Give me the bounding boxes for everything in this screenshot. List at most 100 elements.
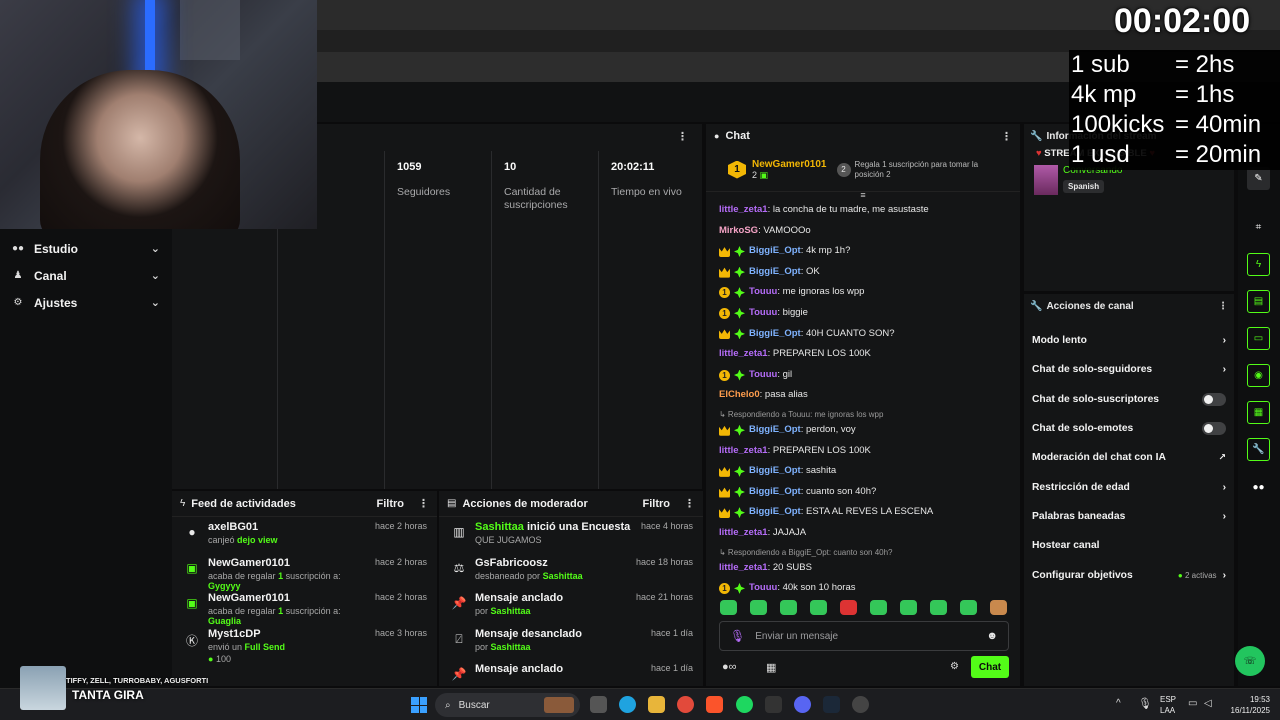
chat-username[interactable]: little_zeta1 [719,344,768,365]
broadcast-icon[interactable]: ◉ [1247,364,1270,387]
chat-username[interactable]: BiggiE_Opt [749,241,801,262]
emoji-icon[interactable]: ☻ [986,630,998,642]
scroll-down-icon[interactable]: ≡ [706,190,1020,200]
chat-username[interactable]: Touuu [749,578,777,599]
chrome-icon[interactable] [677,696,694,713]
list-item[interactable]: ⍁ Mensaje desanclado por Sashittaa hace … [439,624,703,660]
chevron-up-icon[interactable]: ^ [1116,698,1121,709]
clock[interactable]: 19:53 16/11/2025 [1231,694,1270,716]
chat-message[interactable]: BiggiE_Opt: sashita [706,461,1020,482]
emote-icon[interactable] [930,600,947,615]
emote-icon[interactable] [990,600,1007,615]
chat-input[interactable]: 🎙 Enviar un mensaje ☻ [719,621,1009,651]
chat-username[interactable]: BiggiE_Opt [749,482,801,503]
list-item[interactable]: 📌 Mensaje anclado por Sashittaa hace 21 … [439,588,703,624]
action-age-restriction[interactable]: Restricción de edad › [1024,472,1234,501]
action-followers-only[interactable]: Chat de solo-seguidores › [1024,355,1234,384]
list-item[interactable]: ● axelBG01 canjeó dejo view hace 2 horas [172,517,437,553]
chat-message[interactable]: little_zeta1: 20 SUBS [706,558,1020,579]
list-item[interactable]: ▣ NewGamer0101 acaba de regalar 1 suscri… [172,553,437,591]
points-icon[interactable]: ●∞ [722,661,737,673]
edit-icon[interactable]: ✎ [1247,167,1270,190]
chat-username[interactable]: BiggiE_Opt [749,461,801,482]
chat-message[interactable]: little_zeta1: PREPAREN LOS 100K [706,441,1020,462]
sidebar-item-canal[interactable]: ♟ Canal ⌄ [0,262,172,289]
action-banned-words[interactable]: Palabras baneadas › [1024,502,1234,531]
brave-icon[interactable] [706,696,723,713]
chat-username[interactable]: BiggiE_Opt [749,262,801,283]
obs-icon[interactable] [852,696,869,713]
chat-username[interactable]: little_zeta1 [719,523,768,544]
emote-icon[interactable] [810,600,827,615]
chat-message[interactable]: BiggiE_Opt: perdon, voy [706,420,1020,441]
input-language[interactable]: ESP LAA [1160,694,1176,716]
spotify-icon[interactable] [736,696,753,713]
action-goals[interactable]: Configurar objetivos ● 2 activas › [1024,560,1234,589]
steam-icon[interactable] [823,696,840,713]
chat-send-button[interactable]: Chat [971,656,1009,678]
emote-icon[interactable] [870,600,887,615]
chat-message[interactable]: BiggiE_Opt: cuanto son 40h? [706,482,1020,503]
list-item[interactable]: ⚖ GsFabricoosz desbaneado por Sashittaa … [439,553,703,589]
chat-username[interactable]: BiggiE_Opt [749,502,801,523]
file-explorer-icon[interactable] [648,696,665,713]
list-item[interactable]: 📌 Mensaje anclado hace 1 día [439,659,703,686]
filter-button[interactable]: Filtro [643,498,671,510]
chat-message[interactable]: little_zeta1: JAJAJA [706,523,1020,544]
emotes-only-toggle[interactable] [1202,422,1226,436]
action-subscribers-only[interactable]: Chat de solo-suscriptores [1024,385,1234,414]
emote-icon[interactable] [780,600,797,615]
list-item[interactable]: ▣ NewGamer0101 acaba de regalar 1 suscri… [172,588,437,626]
chat-username[interactable]: BiggiE_Opt [749,420,801,441]
list-item[interactable]: ▥ Sashittaa inició una Encuesta QUE JUGA… [439,517,703,553]
sidebar-item-ajustes[interactable]: ⚙ Ajustes ⌄ [0,289,172,316]
chat-username[interactable]: ElChelo0 [719,385,760,406]
wrench-icon[interactable]: 🔧 [1247,438,1270,461]
list-item[interactable]: Ⓚ Myst1cDP envió un Full Send ● 100 hace… [172,624,437,664]
chat-message[interactable]: 1 Touuu: biggie [706,303,1020,324]
network-icon[interactable]: ▭ [1188,698,1197,709]
emote-icon[interactable] [900,600,917,615]
emote-icon[interactable] [840,600,857,615]
emote-icon[interactable] [750,600,767,615]
edge-icon[interactable] [619,696,636,713]
gear-icon[interactable]: ⚙ [950,661,959,672]
discord-icon[interactable] [794,696,811,713]
chat-message[interactable]: BiggiE_Opt: ESTA AL REVES LA ESCENA [706,502,1020,523]
more-options-icon[interactable]: ⋮ [1218,301,1228,312]
chat-message[interactable]: little_zeta1: PREPAREN LOS 100K [706,344,1020,365]
chat-username[interactable]: Touuu [749,282,777,303]
store-icon[interactable]: ▦ [766,661,776,674]
chat-message[interactable]: BiggiE_Opt: 4k mp 1h? [706,241,1020,262]
chat-icon[interactable]: ▭ [1247,327,1270,350]
chat-username[interactable]: little_zeta1 [719,200,768,221]
chat-message[interactable]: 1 Touuu: gil [706,365,1020,386]
chat-message[interactable]: ElChelo0: pasa alias [706,385,1020,406]
chat-message-list[interactable]: little_zeta1: la concha de tu madre, me … [706,200,1020,599]
volume-icon[interactable]: ◁ [1204,698,1212,709]
action-emotes-only[interactable]: Chat de solo-emotes [1024,414,1234,443]
action-ai-moderation[interactable]: Moderación del chat con IA ↗ [1024,443,1234,472]
chat-message[interactable]: BiggiE_Opt: OK [706,262,1020,283]
more-options-icon[interactable]: ⋮ [677,130,688,143]
chat-message[interactable]: BiggiE_Opt: 40H CUANTO SON? [706,324,1020,345]
chat-username[interactable]: little_zeta1 [719,558,768,579]
subscribers-only-toggle[interactable] [1202,392,1226,406]
action-slow-mode[interactable]: Modo lento › [1024,326,1234,355]
chat-username[interactable]: Touuu [749,365,777,386]
filter-button[interactable]: Filtro [377,498,405,510]
more-options-icon[interactable]: ⋮ [1001,130,1012,143]
windows-start-icon[interactable] [411,697,427,713]
action-host-channel[interactable]: Hostear canal [1024,531,1234,560]
taskbar-search[interactable]: ⌕ Buscar [435,693,580,717]
more-options-icon[interactable]: ⋮ [418,497,429,510]
chat-username[interactable]: MirkoSG [719,221,758,242]
epic-games-icon[interactable] [765,696,782,713]
chat-username[interactable]: BiggiE_Opt [749,324,801,345]
chat-message[interactable]: 1 Touuu: me ignoras los wpp [706,282,1020,303]
support-icon[interactable]: ☏ [1235,646,1265,676]
chat-message[interactable]: MirkoSG: VAMOOOo [706,221,1020,242]
layout-icon[interactable]: ▦ [1247,401,1270,424]
pinned-gift-banner[interactable]: 1 NewGamer0101 2 ▣ 2 Regala 1 suscripció… [706,148,1020,192]
chat-username[interactable]: little_zeta1 [719,441,768,462]
